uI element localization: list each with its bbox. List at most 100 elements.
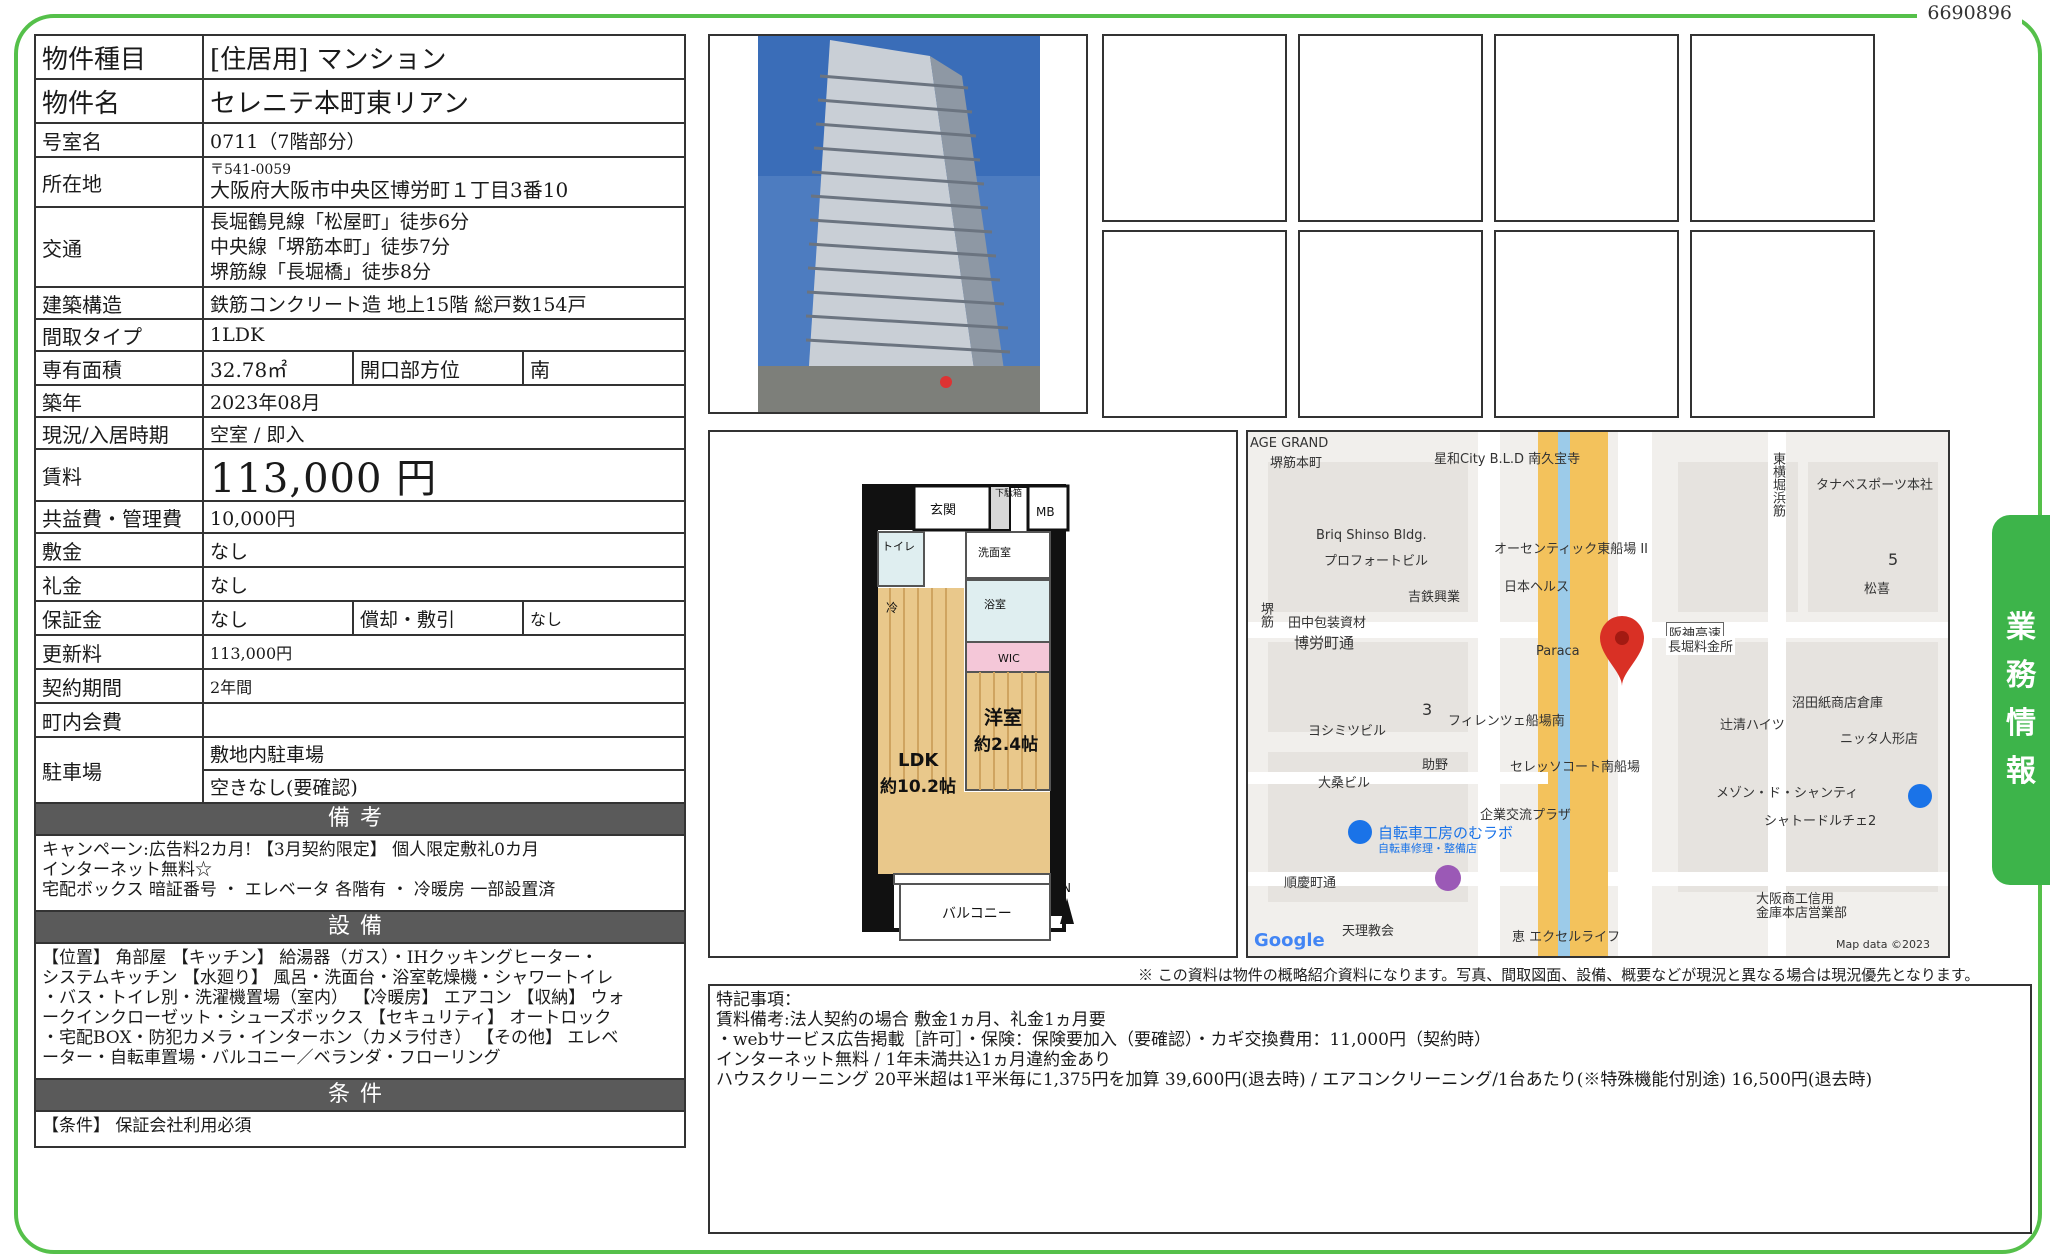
fp-youshitsu: 洋室 xyxy=(984,706,1022,729)
fp-ldk: LDK xyxy=(898,750,939,771)
equipment-header: 設備 xyxy=(36,912,684,944)
conditions-line: 【条件】 保証会社利用必須 xyxy=(42,1116,252,1136)
map-label: 松喜 xyxy=(1864,582,1891,597)
label: 更新料 xyxy=(36,636,204,668)
floor-plan[interactable]: 玄関 下駄箱 MB トイレ 洗面室 冷 浴室 WIC 洋室 約2.4帖 LDK … xyxy=(708,430,1238,958)
label: 町内会費 xyxy=(36,704,204,736)
fp-fridge: 冷 xyxy=(886,601,898,615)
map-label: 星和City B.L.D 南久宝寺 xyxy=(1434,452,1581,467)
fp-bath: 浴室 xyxy=(984,597,1006,611)
fp-shoebox: 下駄箱 xyxy=(995,487,1022,499)
photo-thumbnail[interactable] xyxy=(1690,230,1875,418)
photo-thumbnail[interactable] xyxy=(1298,230,1483,418)
row-layout: 間取タイプ 1LDK xyxy=(36,320,684,352)
equipment-line: ・バス・トイレ別・洗濯機置場（室内） 【冷暖房】 エアコン 【収納】 ウォ xyxy=(42,988,625,1008)
row-address: 所在地 〒541-0059 大阪府大阪市中央区博労町１丁目3番10 xyxy=(36,158,684,208)
notes-line: 特記事項： xyxy=(716,990,801,1010)
map-label: 順慶町通 xyxy=(1284,876,1337,891)
map-label: 5 xyxy=(1888,550,1899,569)
value: 113,000円 xyxy=(210,644,293,663)
photo-thumbnail[interactable] xyxy=(1494,230,1679,418)
notes-line: ・webサービス広告掲載［許可］・保険：保険要加入（要確認）・カギ交換費用：11… xyxy=(716,1030,1491,1050)
location-map[interactable]: AGE GRAND 堺筋本町 星和City B.L.D 南久宝寺 東横堀浜筋 タ… xyxy=(1246,430,1950,958)
map-label: 日本ヘルス xyxy=(1504,580,1570,595)
remarks-body: キャンペーン:広告料2カ月! 【3月契約限定】 個人限定敷礼0カ月 インターネッ… xyxy=(36,836,684,912)
label: 所在地 xyxy=(36,158,204,206)
row-community-fee: 町内会費 xyxy=(36,704,684,738)
map-label: 長堀料金所 xyxy=(1666,636,1736,655)
photo-thumbnail[interactable] xyxy=(1494,34,1679,222)
value: 2年間 xyxy=(210,678,253,697)
map-label: 田中包装資材 xyxy=(1288,616,1367,631)
fp-mb: MB xyxy=(1036,505,1055,519)
map-label: 東横堀浜筋 xyxy=(1770,452,1785,517)
map-label: ニッタ人形店 xyxy=(1840,732,1919,747)
side-tab-char: 報 xyxy=(2006,754,2036,789)
map-label: 3 xyxy=(1422,700,1433,719)
building-illustration xyxy=(758,36,1040,412)
fp-ldk-size: 約10.2帖 xyxy=(880,776,956,797)
side-tab-business-info[interactable]: 業 務 情 報 xyxy=(1992,515,2050,885)
map-label: タナベスポーツ本社 xyxy=(1816,478,1934,493)
label: 共益費・管理費 xyxy=(36,502,204,532)
label: 交通 xyxy=(36,208,204,286)
value: 〒541-0059 大阪府大阪市中央区博労町１丁目3番10 xyxy=(204,158,684,206)
equipment-line: システムキッチン 【水廻り】 風呂・洗面台・浴室乾燥機・シャワートイレ xyxy=(42,968,614,988)
row-rent: 賃料 113,000 円 xyxy=(36,450,684,502)
value xyxy=(204,704,684,736)
notes-line: ハウスクリーニング 20平米超は1平米毎に1,375円を加算 39,600円(退… xyxy=(716,1070,1873,1090)
map-label: 堺筋 xyxy=(1258,602,1273,628)
fp-youshitsu-size: 約2.4帖 xyxy=(974,734,1038,755)
label: 賃料 xyxy=(36,450,204,500)
map-label: 助野 xyxy=(1422,758,1449,773)
fp-toilet: トイレ xyxy=(882,540,915,553)
notes-line: 賃料備考:法人契約の場合 敷金1ヵ月、礼金1ヵ月要 xyxy=(716,1010,1106,1030)
label: 駐車場 xyxy=(36,738,204,802)
map-label: オーセンティック東船場 II xyxy=(1494,542,1649,557)
photo-thumbnail[interactable] xyxy=(1298,34,1483,222)
row-fee: 共益費・管理費 10,000円 xyxy=(36,502,684,534)
value: 長堀鶴見線「松屋町」徒歩6分 中央線「堺筋本町」徒歩7分 堺筋線「長堀橋」徒歩8… xyxy=(204,208,684,286)
label: 建築構造 xyxy=(36,288,204,318)
document-id: 6690896 xyxy=(1917,2,2022,24)
map-label: 大桑ビル xyxy=(1318,776,1371,791)
parking-availability: 空きなし(要確認) xyxy=(210,777,358,799)
row-key-money: 礼金 なし xyxy=(36,568,684,602)
rent-value: 113,000 円 xyxy=(210,456,438,502)
access-line: 堺筋線「長堀橋」徒歩8分 xyxy=(210,260,432,283)
postal-code: 〒541-0059 xyxy=(210,161,292,178)
direction-label: 開口部方位 xyxy=(354,352,524,384)
building-photo[interactable] xyxy=(708,34,1088,414)
direction-value: 南 xyxy=(530,357,550,382)
row-property-type: 物件種目 [住居用] マンション xyxy=(36,36,684,80)
equipment-line: ークインクローゼット・シューズボックス 【セキュリティ】 オートロック xyxy=(42,1008,612,1028)
value: 空室 / 即入 xyxy=(210,423,305,446)
conditions-header: 条件 xyxy=(36,1080,684,1112)
floor-plan-drawing: 玄関 下駄箱 MB トイレ 洗面室 冷 浴室 WIC 洋室 約2.4帖 LDK … xyxy=(862,484,1074,941)
parking-value: 敷地内駐車場 xyxy=(204,738,684,771)
photo-thumbnail[interactable] xyxy=(1690,34,1875,222)
disclaimer: ※ この資料は物件の概略紹介資料になります。写真、間取図面、設備、概要などが現況… xyxy=(1138,966,1980,984)
label: 築年 xyxy=(36,386,204,416)
map-label: 自転車修理・整備店 xyxy=(1378,842,1477,855)
equipment-line: ・宅配BOX・防犯カメラ・インターホン（カメラ付き） 【その他】 エレベ xyxy=(42,1028,619,1048)
row-parking: 駐車場 敷地内駐車場 空きなし(要確認) xyxy=(36,738,684,804)
row-room: 号室名 0711（7階部分） xyxy=(36,124,684,158)
remarks-line: インターネット無料☆ xyxy=(42,860,212,880)
photo-thumbnail[interactable] xyxy=(1102,34,1287,222)
fp-balcony: バルコニー xyxy=(942,906,1012,922)
map-label: 天理教会 xyxy=(1342,924,1395,939)
label: 現況/入居時期 xyxy=(36,418,204,448)
equipment-line: 【位置】 角部屋 【キッチン】 給湯器（ガス）・IHクッキングヒーター・ xyxy=(42,948,598,968)
photo-thumbnail[interactable] xyxy=(1102,230,1287,418)
guarantee-value: なし xyxy=(204,602,354,634)
row-deposit: 敷金 なし xyxy=(36,534,684,568)
map-label: フィレンツェ船場南 xyxy=(1448,714,1565,729)
side-tab-char: 情 xyxy=(2006,706,2036,741)
map-attribution: Map data ©2023 xyxy=(1836,938,1930,951)
value: 鉄筋コンクリート造 地上15階 総戸数154戸 xyxy=(210,293,587,316)
area-value: 32.78㎡ xyxy=(204,352,354,384)
map-label: 博労町通 xyxy=(1294,634,1355,652)
row-area: 専有面積 32.78㎡ 開口部方位 南 xyxy=(36,352,684,386)
label: 号室名 xyxy=(36,124,204,156)
